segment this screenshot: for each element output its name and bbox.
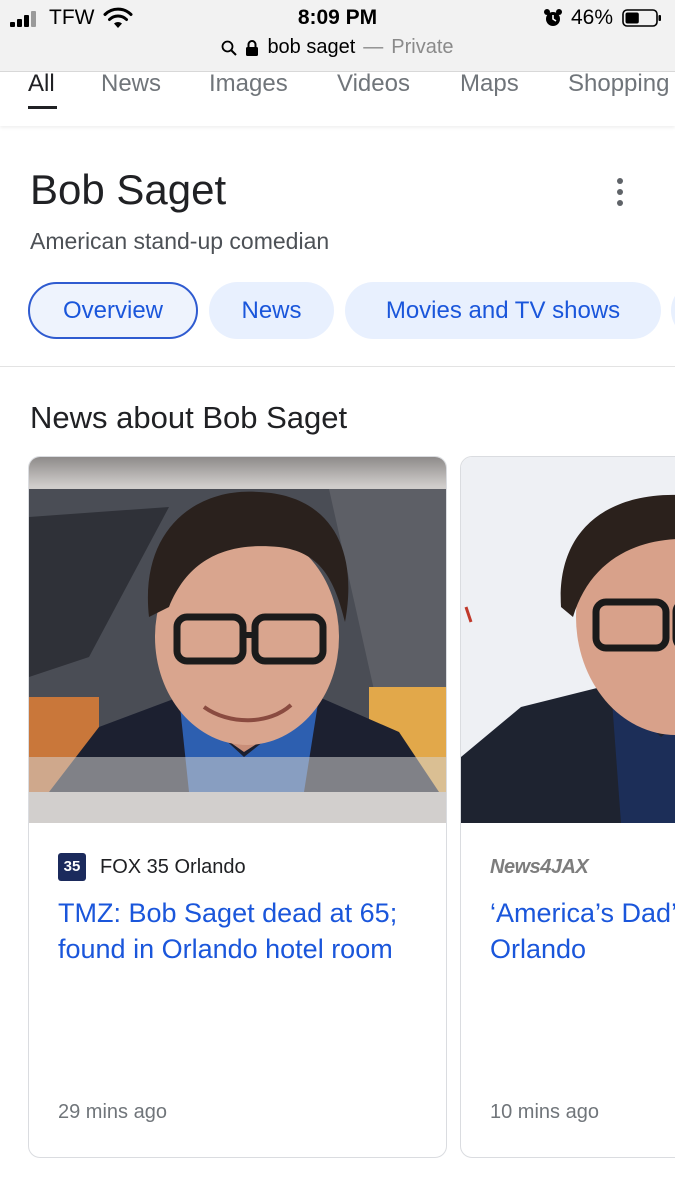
url-separator: — bbox=[363, 36, 384, 58]
news-timestamp: 10 mins ago bbox=[490, 1101, 599, 1123]
news-headline[interactable]: TMZ: Bob Saget dead at 65; found in Orla… bbox=[58, 895, 418, 967]
entity-subtitle: American stand-up comedian bbox=[30, 228, 330, 254]
news-carousel[interactable]: 35 FOX 35 Orlando TMZ: Bob Saget dead at… bbox=[0, 456, 675, 1160]
news4jax-logo: News4JAX bbox=[490, 855, 589, 878]
chip-movies-tv[interactable]: Movies and TV shows bbox=[345, 282, 661, 339]
search-icon bbox=[222, 40, 238, 56]
chip-next-partial[interactable] bbox=[671, 282, 675, 339]
section-divider bbox=[0, 366, 675, 367]
tab-maps[interactable]: Maps bbox=[460, 72, 519, 120]
tab-images[interactable]: Images bbox=[209, 72, 288, 120]
private-mode-label: Private bbox=[391, 36, 454, 58]
entity-chips: Overview News Movies and TV shows bbox=[0, 280, 675, 340]
fox35-logo: 35 bbox=[58, 853, 86, 881]
tab-news[interactable]: News bbox=[101, 72, 161, 120]
entity-title: Bob Saget bbox=[30, 166, 227, 213]
url-query: bob saget bbox=[267, 36, 356, 58]
news-card[interactable]: News4JAX ‘America’s Dad’ dies at Orlando… bbox=[460, 456, 675, 1158]
browser-chrome: TFW 8:09 PM 46% bob saget — Private bbox=[0, 0, 675, 72]
status-bar: TFW 8:09 PM 46% bbox=[0, 0, 675, 36]
news-timestamp: 29 mins ago bbox=[58, 1101, 167, 1123]
news-source: 35 FOX 35 Orlando bbox=[58, 853, 246, 881]
news-headline[interactable]: ‘America’s Dad’ dies at Orlando bbox=[490, 895, 675, 967]
more-options-icon[interactable] bbox=[610, 178, 630, 208]
lock-icon bbox=[246, 39, 259, 56]
news-card[interactable]: 35 FOX 35 Orlando TMZ: Bob Saget dead at… bbox=[28, 456, 447, 1158]
active-tab-indicator bbox=[28, 106, 57, 109]
news-thumbnail bbox=[29, 457, 446, 823]
chip-overview[interactable]: Overview bbox=[28, 282, 198, 339]
search-tabs: All News Images Videos Maps Shopping bbox=[0, 72, 675, 126]
page-bottom bbox=[0, 1160, 675, 1200]
tab-all[interactable]: All bbox=[28, 72, 55, 120]
chip-news[interactable]: News bbox=[209, 282, 334, 339]
tab-videos[interactable]: Videos bbox=[337, 72, 410, 120]
battery-icon bbox=[622, 9, 661, 27]
tab-shopping[interactable]: Shopping bbox=[568, 72, 669, 120]
battery-percentage: 46% bbox=[571, 6, 614, 29]
address-bar[interactable]: bob saget — Private bbox=[0, 36, 675, 64]
news-source: News4JAX bbox=[490, 853, 589, 881]
news-section-title: News about Bob Saget bbox=[30, 400, 348, 435]
alarm-clock-icon bbox=[544, 9, 562, 26]
news-thumbnail bbox=[461, 457, 675, 823]
news-source-name: FOX 35 Orlando bbox=[100, 855, 246, 878]
